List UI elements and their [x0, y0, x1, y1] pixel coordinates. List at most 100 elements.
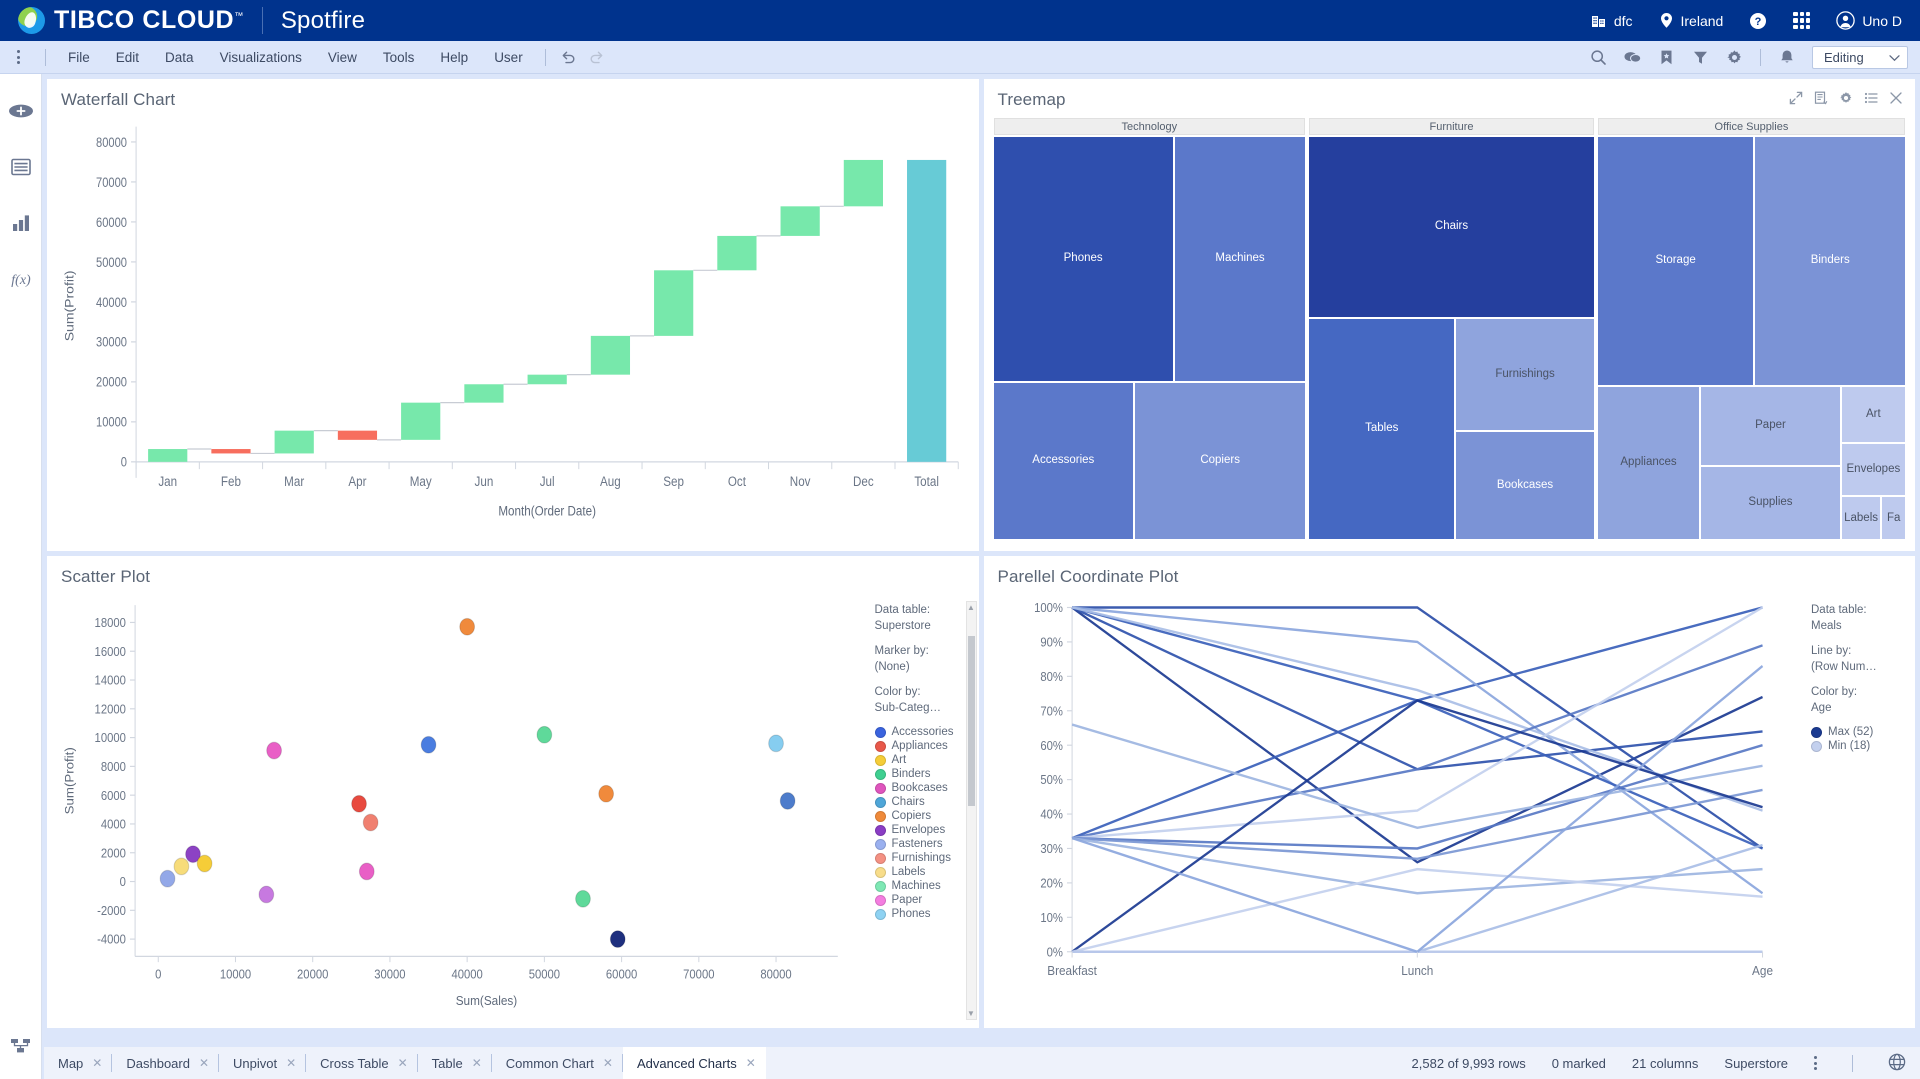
menu-item-view[interactable]: View: [315, 41, 370, 74]
legend-item[interactable]: Binders: [874, 768, 975, 780]
page-tab-table[interactable]: Table ✕: [418, 1047, 492, 1079]
data-canvas-icon[interactable]: [6, 1031, 36, 1061]
treemap-tile[interactable]: Accessories: [993, 383, 1134, 539]
legend-item[interactable]: Furnishings: [874, 852, 975, 864]
redo-arrow-icon[interactable]: [583, 41, 611, 74]
region-selector[interactable]: Ireland: [1659, 12, 1723, 29]
treemap-tile[interactable]: Copiers: [1135, 383, 1306, 539]
settings-gear-icon[interactable]: [1717, 41, 1751, 74]
page-tab-map[interactable]: Map ✕: [44, 1047, 113, 1079]
close-icon[interactable]: ✕: [92, 1057, 102, 1069]
scroll-up-icon[interactable]: ▲: [967, 602, 976, 613]
tenant-selector[interactable]: dfc: [1591, 13, 1633, 29]
page-tab-advanced-charts[interactable]: Advanced Charts ✕: [622, 1047, 766, 1079]
data-table-icon[interactable]: [6, 152, 36, 182]
parallel-coordinate-plot[interactable]: 0% 10% 20% 30% 40% 50% 60% 70% 80% 90% 100% Breakfa…: [984, 589, 1804, 1028]
scroll-down-icon[interactable]: ▼: [967, 1008, 976, 1019]
menu-item-user[interactable]: User: [481, 41, 536, 74]
legend-value[interactable]: (Row Num…: [1811, 660, 1911, 676]
treemap-tile[interactable]: Art: [1841, 387, 1905, 443]
treemap-group-header[interactable]: Office Supplies: [1597, 118, 1906, 135]
legend-item[interactable]: Machines: [874, 880, 975, 892]
page-tab-dashboard[interactable]: Dashboard ✕: [112, 1047, 220, 1079]
legend-value[interactable]: Superstore: [875, 619, 975, 635]
legend-item[interactable]: Min (18): [1811, 740, 1911, 752]
close-icon[interactable]: ✕: [398, 1057, 408, 1069]
treemap-tile[interactable]: Binders: [1755, 137, 1905, 385]
globe-icon[interactable]: [1888, 1053, 1906, 1074]
treemap-group-header[interactable]: Furniture: [1309, 118, 1594, 135]
treemap-tile[interactable]: Phones: [993, 137, 1173, 381]
close-icon[interactable]: ✕: [199, 1057, 209, 1069]
legend-item[interactable]: Labels: [874, 866, 975, 878]
user-menu[interactable]: Uno D: [1836, 11, 1902, 30]
treemap-chart[interactable]: Technology Furniture Office Supplies Phone…: [984, 112, 1916, 551]
legend-item[interactable]: Chairs: [874, 796, 975, 808]
close-icon[interactable]: ✕: [603, 1057, 613, 1069]
details-list-icon[interactable]: [1864, 91, 1878, 105]
treemap-tile[interactable]: Tables: [1309, 319, 1455, 539]
treemap-tile[interactable]: Supplies: [1701, 466, 1840, 539]
menu-item-file[interactable]: File: [55, 41, 103, 74]
treemap-tile[interactable]: Storage: [1597, 137, 1754, 385]
menu-item-edit[interactable]: Edit: [103, 41, 152, 74]
treemap-tile[interactable]: Envelopes: [1841, 444, 1905, 496]
scrollbar-thumb[interactable]: [967, 636, 975, 806]
legend-item[interactable]: Art: [874, 754, 975, 766]
legend-value[interactable]: Sub-Categ…: [875, 701, 975, 717]
legend-value[interactable]: Age: [1811, 701, 1911, 717]
treemap-tile[interactable]: Chairs: [1309, 137, 1594, 317]
bar-chart-icon[interactable]: [6, 208, 36, 238]
legend-item[interactable]: Envelopes: [874, 824, 975, 836]
menu-item-tools[interactable]: Tools: [370, 41, 428, 74]
legend-item[interactable]: Max (52): [1811, 726, 1911, 738]
treemap-tile[interactable]: Fa: [1882, 497, 1905, 539]
search-icon[interactable]: [1581, 41, 1615, 74]
legend-item[interactable]: Phones: [874, 908, 975, 920]
menu-item-help[interactable]: Help: [427, 41, 481, 74]
menu-item-data[interactable]: Data: [152, 41, 207, 74]
add-visualization-icon[interactable]: [6, 96, 36, 126]
settings-gear-icon[interactable]: [1839, 91, 1853, 105]
more-vertical-icon[interactable]: [0, 50, 36, 64]
treemap-tile[interactable]: Labels: [1841, 497, 1881, 539]
treemap-tile[interactable]: Appliances: [1597, 387, 1700, 539]
treemap-tile[interactable]: Paper: [1701, 387, 1840, 465]
close-icon[interactable]: ✕: [286, 1057, 296, 1069]
help-button[interactable]: ?: [1749, 12, 1767, 30]
bookmark-icon[interactable]: [1649, 41, 1683, 74]
maximize-icon[interactable]: [1789, 91, 1803, 105]
close-icon[interactable]: ✕: [472, 1057, 482, 1069]
legend-value[interactable]: Meals: [1811, 619, 1911, 635]
legend-value[interactable]: (None): [875, 660, 975, 676]
undo-arrow-icon[interactable]: [555, 41, 583, 74]
close-icon[interactable]: [1889, 91, 1903, 105]
treemap-tile[interactable]: Furnishings: [1456, 319, 1594, 431]
treemap-tile[interactable]: Bookcases: [1456, 432, 1594, 539]
treemap-group-header[interactable]: Technology: [993, 118, 1306, 135]
legend-item[interactable]: Appliances: [874, 740, 975, 752]
scatter-legend-scrollbar[interactable]: ▲ ▼: [965, 601, 977, 1020]
legend-item[interactable]: Paper: [874, 894, 975, 906]
more-vertical-icon[interactable]: [1814, 1056, 1817, 1070]
notification-bell-icon[interactable]: [1770, 41, 1804, 74]
filter-icon[interactable]: [1683, 41, 1717, 74]
scatter-plot[interactable]: -4000 -2000 0 2000 4000 6000 8000 10000 12000 140…: [47, 589, 867, 1028]
mode-selector[interactable]: Editing: [1812, 45, 1908, 69]
page-tab-cross-table[interactable]: Cross Table ✕: [306, 1047, 418, 1079]
status-datatable[interactable]: Superstore: [1724, 1056, 1788, 1071]
waterfall-chart[interactable]: 0 10000 20000 30000 40000 50000 60000 70000 8000…: [47, 112, 979, 551]
legend-item[interactable]: Bookcases: [874, 782, 975, 794]
page-tab-unpivot[interactable]: Unpivot ✕: [219, 1047, 307, 1079]
menu-item-visualizations[interactable]: Visualizations: [207, 41, 315, 74]
close-icon[interactable]: ✕: [746, 1057, 756, 1069]
app-switcher-button[interactable]: [1793, 12, 1811, 29]
legend-item[interactable]: Copiers: [874, 810, 975, 822]
treemap-tile[interactable]: Machines: [1174, 137, 1306, 381]
legend-item[interactable]: Accessories: [874, 726, 975, 738]
comment-icon[interactable]: [1615, 41, 1649, 74]
legend-icon[interactable]: [1814, 91, 1828, 105]
legend-item[interactable]: Fasteners: [874, 838, 975, 850]
function-fx-icon[interactable]: f(x): [6, 264, 36, 294]
page-tab-common-chart[interactable]: Common Chart ✕: [492, 1047, 623, 1079]
